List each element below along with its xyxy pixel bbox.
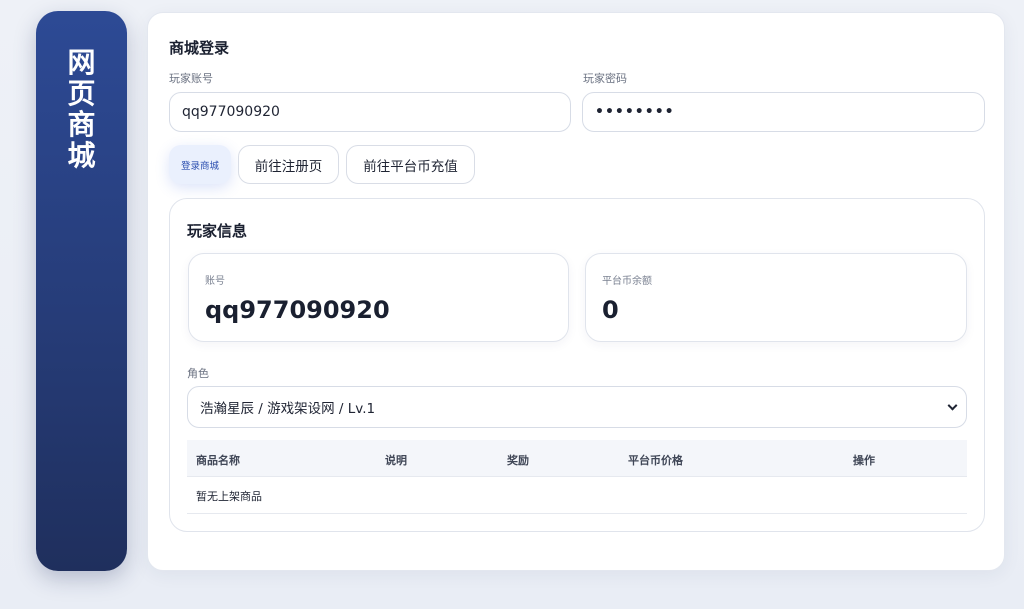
balance-stat-value: 0 xyxy=(602,296,619,324)
column-header: 奖励 xyxy=(507,454,529,467)
account-stat-label: 账号 xyxy=(205,276,225,287)
register-button[interactable]: 前往注册页 xyxy=(238,145,339,184)
table-row-empty: 暂无上架商品 xyxy=(187,477,967,514)
balance-stat-card: 平台币余额 0 xyxy=(585,253,967,342)
sidebar-title-char: 城 xyxy=(67,139,96,172)
player-info-card: 玩家信息 账号 qq977090920 平台币余额 0 角色 浩瀚星辰 / 游戏… xyxy=(169,198,985,532)
account-label: 玩家账号 xyxy=(169,72,213,85)
table-header: 商品名称 说明 奖励 平台币价格 操作 xyxy=(187,440,967,477)
main-panel: 商城登录 玩家账号 玩家密码 登录商城 前往注册页 前往平台币充值 玩家信息 账… xyxy=(147,12,1005,571)
empty-message: 暂无上架商品 xyxy=(196,490,262,503)
sidebar-title-char: 页 xyxy=(67,77,96,110)
column-header: 说明 xyxy=(385,454,407,467)
goods-table: 商品名称 说明 奖励 平台币价格 操作 暂无上架商品 xyxy=(187,440,967,514)
account-stat-value: qq977090920 xyxy=(205,296,390,324)
sidebar-title: 网 页 商 城 xyxy=(36,47,127,171)
login-button[interactable]: 登录商城 xyxy=(169,145,231,184)
role-select[interactable]: 浩瀚星辰 / 游戏架设网 / Lv.1 xyxy=(187,386,967,428)
sidebar-title-char: 商 xyxy=(67,108,96,141)
chevron-down-icon xyxy=(947,400,958,411)
recharge-button[interactable]: 前往平台币充值 xyxy=(346,145,475,184)
column-header: 操作 xyxy=(853,454,875,467)
sidebar-title-char: 网 xyxy=(67,46,96,79)
column-header: 商品名称 xyxy=(196,454,240,467)
account-input[interactable] xyxy=(169,92,571,132)
login-title: 商城登录 xyxy=(169,39,230,57)
column-header: 平台币价格 xyxy=(628,454,683,467)
role-select-value: 浩瀚星辰 / 游戏架设网 / Lv.1 xyxy=(200,401,376,417)
role-label: 角色 xyxy=(187,367,209,380)
sidebar: 网 页 商 城 xyxy=(36,11,127,571)
account-stat-card: 账号 qq977090920 xyxy=(188,253,569,342)
balance-stat-label: 平台币余额 xyxy=(602,276,652,287)
player-info-title: 玩家信息 xyxy=(187,222,248,240)
password-label: 玩家密码 xyxy=(583,72,627,85)
password-input[interactable] xyxy=(582,92,985,132)
